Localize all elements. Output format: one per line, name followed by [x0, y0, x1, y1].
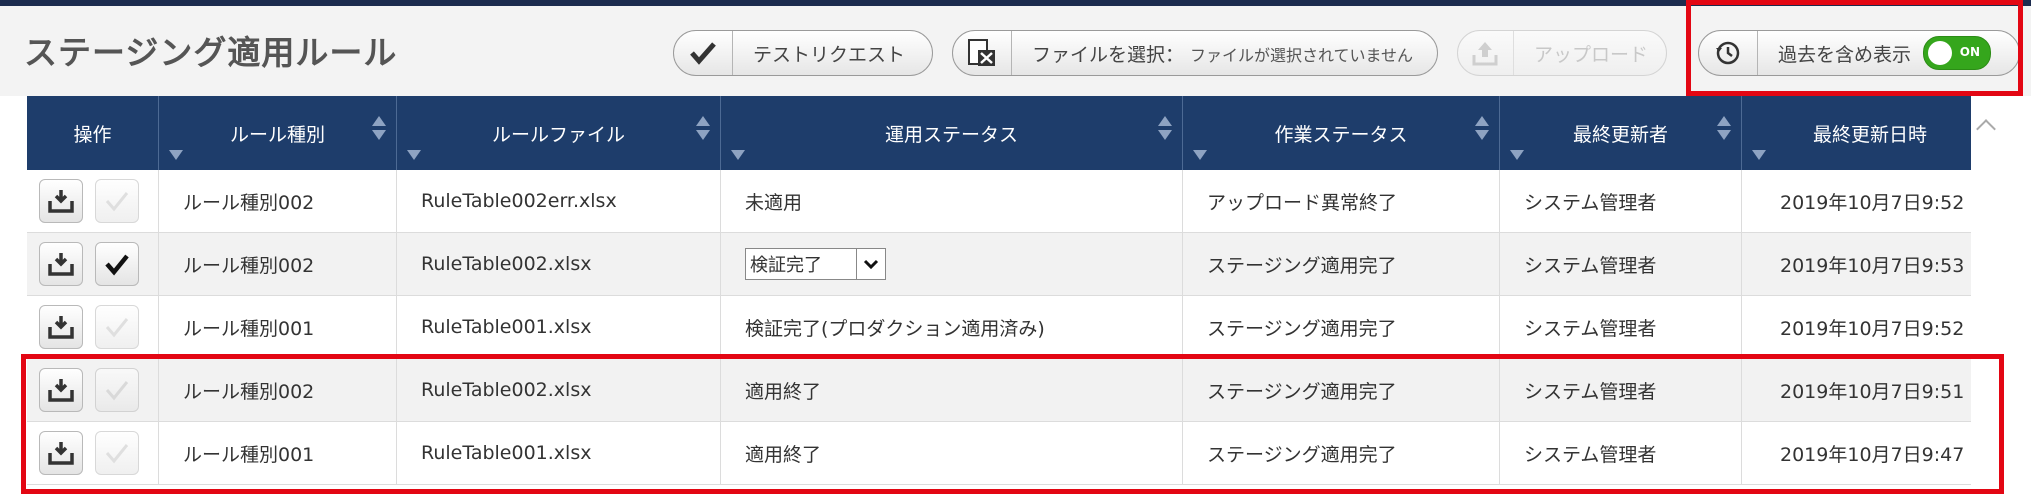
column-header-actions: 操作	[27, 96, 159, 170]
checkmark-icon	[105, 318, 129, 338]
table-row: ルール種別001 RuleTable001.xlsx 検証完了(プロダクション適…	[27, 296, 1998, 359]
table-header: 操作 ルール種別 ルールファイル 運用ステータス 作業ステータス 最終更新者 最…	[27, 96, 1998, 170]
cell-rule-type: ルール種別002	[159, 170, 397, 232]
download-button[interactable]	[39, 179, 83, 223]
filter-icon[interactable]	[1510, 150, 1524, 160]
apply-check-button[interactable]	[95, 242, 139, 286]
cell-rule-file: RuleTable001.xlsx	[397, 296, 721, 358]
cell-updated-by: システム管理者	[1500, 296, 1742, 358]
download-button[interactable]	[39, 305, 83, 349]
checkmark-icon	[105, 192, 129, 212]
upload-label: アップロード	[1533, 43, 1648, 66]
filter-icon[interactable]	[731, 150, 745, 160]
column-header-updated-by[interactable]: 最終更新者	[1500, 96, 1742, 170]
chevron-down-icon[interactable]	[856, 249, 885, 279]
download-button[interactable]	[39, 242, 83, 286]
upload-icon	[1458, 31, 1514, 75]
filter-icon[interactable]	[169, 150, 183, 160]
cell-rule-type: ルール種別002	[159, 233, 397, 295]
checkmark-icon	[674, 31, 733, 75]
sort-icon[interactable]	[1717, 116, 1731, 140]
filter-icon[interactable]	[407, 150, 421, 160]
cell-operation-status: 未適用	[721, 170, 1183, 232]
column-header-label: 最終更新者	[1572, 123, 1668, 146]
column-header-rule-file[interactable]: ルールファイル	[397, 96, 721, 170]
row-actions	[27, 233, 159, 295]
row-actions	[27, 170, 159, 232]
file-select-label: ファイルを選択： ファイルが選択されていません	[1012, 40, 1431, 67]
column-header-label: 運用ステータス	[884, 123, 1018, 146]
cell-operation-status: 検証完了(プロダクション適用済み)	[721, 296, 1183, 358]
table-row: ルール種別002 RuleTable002.xlsx 検証完了 ステージング適用…	[27, 233, 1998, 296]
highlight-box-toggle	[1686, 0, 2023, 96]
column-header-updated-at[interactable]: 最終更新日時	[1742, 96, 1998, 170]
column-header-label: 最終更新日時	[1812, 123, 1927, 146]
test-request-label: テストリクエスト	[753, 43, 906, 66]
cell-updated-at: 2019年10月7日9:53	[1780, 254, 1965, 277]
column-header-operation-status[interactable]: 運用ステータス	[721, 96, 1183, 170]
sort-icon[interactable]	[696, 116, 710, 140]
sort-icon[interactable]	[1475, 116, 1489, 140]
cell-updated-at: 2019年10月7日9:52	[1780, 191, 1965, 214]
cell-operation-status: 検証完了	[721, 233, 1183, 295]
filter-icon[interactable]	[1752, 150, 1766, 160]
excel-file-icon	[953, 31, 1012, 75]
file-select-text: ファイルを選択：	[1032, 43, 1185, 66]
filter-icon[interactable]	[1193, 150, 1207, 160]
download-icon	[48, 253, 74, 276]
cell-rule-file: RuleTable002err.xlsx	[397, 170, 721, 232]
highlight-box-past-rows	[21, 354, 2004, 494]
scroll-up-icon[interactable]	[1976, 119, 1996, 139]
sort-icon[interactable]	[1158, 116, 1172, 140]
cell-updated-by: システム管理者	[1500, 233, 1742, 295]
download-icon	[48, 316, 74, 339]
apply-check-button[interactable]	[95, 179, 139, 223]
page-title: ステージング適用ルール	[24, 33, 398, 72]
column-header-label: 作業ステータス	[1274, 123, 1408, 146]
file-select-status: ファイルが選択されていません	[1190, 45, 1414, 65]
cell-work-status: ステージング適用完了	[1183, 296, 1500, 358]
row-actions	[27, 296, 159, 358]
cell-updated-at: 2019年10月7日9:52	[1780, 317, 1965, 340]
apply-check-button[interactable]	[95, 305, 139, 349]
cell-updated-by: システム管理者	[1500, 170, 1742, 232]
cell-work-status: アップロード異常終了	[1183, 170, 1500, 232]
checkmark-icon	[105, 254, 129, 276]
download-icon	[48, 190, 74, 213]
cell-rule-type: ルール種別001	[159, 296, 397, 358]
test-request-button[interactable]: テストリクエスト	[673, 30, 933, 76]
operation-status-select[interactable]: 検証完了	[745, 248, 886, 280]
file-select-button[interactable]: ファイルを選択： ファイルが選択されていません	[952, 30, 1438, 76]
cell-rule-file: RuleTable002.xlsx	[397, 233, 721, 295]
column-header-label: ルール種別	[229, 123, 325, 146]
column-header-rule-type[interactable]: ルール種別	[159, 96, 397, 170]
table-row: ルール種別002 RuleTable002err.xlsx 未適用 アップロード…	[27, 170, 1998, 233]
sort-icon[interactable]	[372, 116, 386, 140]
cell-work-status: ステージング適用完了	[1183, 233, 1500, 295]
upload-button[interactable]: アップロード	[1457, 30, 1667, 76]
select-value: 検証完了	[750, 255, 822, 276]
column-header-label: 操作	[73, 123, 112, 146]
column-header-work-status[interactable]: 作業ステータス	[1183, 96, 1500, 170]
column-header-label: ルールファイル	[491, 123, 625, 146]
